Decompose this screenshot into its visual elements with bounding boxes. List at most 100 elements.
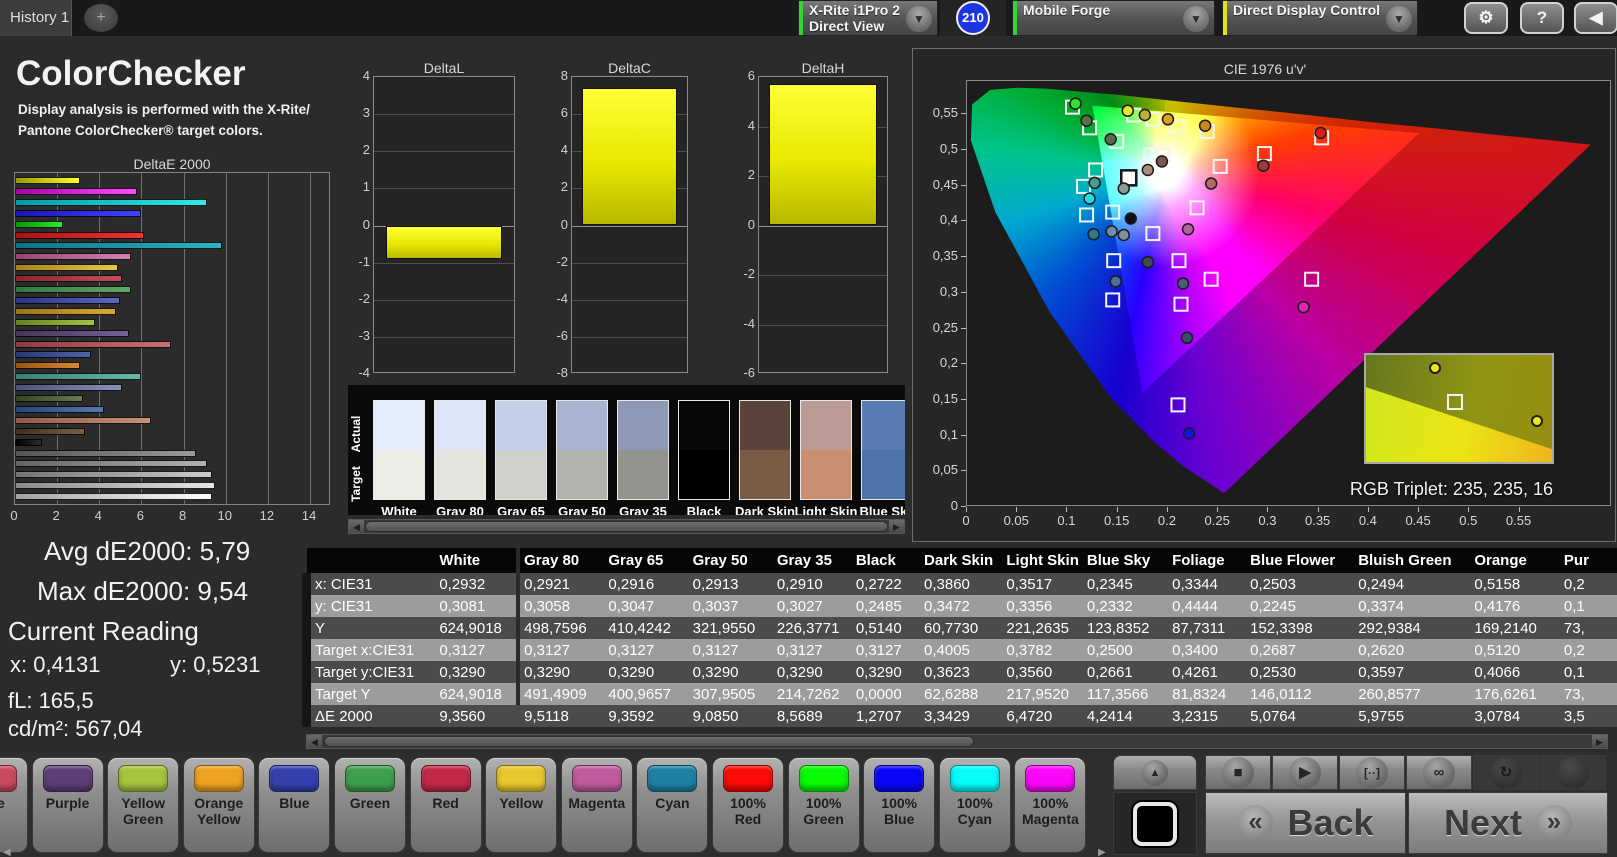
back-button[interactable]: « Back xyxy=(1205,792,1406,854)
help-icon: ? xyxy=(1536,8,1548,27)
table-scrollbar[interactable]: ◀ ▶ xyxy=(306,734,1608,749)
scroll-left-icon[interactable]: ◀ xyxy=(349,520,364,533)
meter-dropdown[interactable]: X-Rite i1Pro 2 Direct View ▼ xyxy=(798,0,938,36)
tick xyxy=(1116,507,1118,512)
cie-y-tick-label: 0,35 xyxy=(932,248,958,264)
scroll-right-icon[interactable]: ▶ xyxy=(889,520,904,533)
max-de2000: Max dE2000: 9,54 xyxy=(37,576,249,606)
color-chip xyxy=(1025,765,1076,792)
patch-scroll-right-icon[interactable]: ▶ xyxy=(1098,847,1106,857)
patch-button-100-magenta[interactable]: 100% Magenta xyxy=(1014,757,1087,853)
y-tick-label: 4 xyxy=(560,142,568,158)
cie-y-tick-label: 0,55 xyxy=(932,105,958,121)
y-tick-label: 6 xyxy=(560,105,568,121)
x-tick-label: 12 xyxy=(259,508,275,523)
stop-button[interactable]: ■ xyxy=(1205,755,1271,790)
add-tab-button[interactable]: + xyxy=(84,4,118,32)
settings-button[interactable]: ⚙ xyxy=(1464,2,1508,34)
x-tick-label: 0 xyxy=(10,508,18,523)
deltae-bar xyxy=(15,460,207,468)
panel-collapse-button[interactable]: ▲ xyxy=(1113,755,1197,790)
table-cell: 9,0850 xyxy=(692,707,739,725)
next-button[interactable]: Next » xyxy=(1408,792,1608,854)
table-cell: 4,2414 xyxy=(1086,707,1133,725)
deltae-bar xyxy=(15,329,129,337)
table-cell: 73, xyxy=(1563,685,1585,703)
measurement-marker xyxy=(1117,182,1130,195)
scrollbar-thumb[interactable] xyxy=(324,736,974,747)
tab-history-1[interactable]: History 1 xyxy=(0,0,72,36)
patch-button-100-blue[interactable]: 100% Blue xyxy=(863,757,936,853)
table-cell: 307,9505 xyxy=(692,685,756,703)
measurement-marker xyxy=(1124,212,1138,225)
target-count-panel: 210 xyxy=(940,0,1006,36)
tick xyxy=(1518,507,1520,512)
patch-button-yellow[interactable]: Yellow xyxy=(485,757,558,853)
patch-button-100-red[interactable]: 100% Red xyxy=(712,757,784,853)
table-cell: 0,2345 xyxy=(1086,575,1133,593)
chevron-up-icon: ▲ xyxy=(1149,766,1161,779)
deltae-bar xyxy=(15,405,105,413)
swatch-scrollbar[interactable]: ◀ ▶ xyxy=(348,519,905,534)
patch-button-yellow-green[interactable]: Yellow Green xyxy=(107,757,180,853)
scroll-right-icon[interactable]: ▶ xyxy=(1592,735,1607,748)
y-tick-label: 0 xyxy=(747,216,755,232)
step-button[interactable]: [··] xyxy=(1339,755,1405,790)
stop-measurement-button[interactable] xyxy=(1113,792,1197,855)
table-cell: 0,3400 xyxy=(1172,641,1218,659)
cie-y-tick-label: 0,25 xyxy=(932,319,958,335)
x-tick-label: 14 xyxy=(301,508,317,523)
collapse-button[interactable]: ◀ xyxy=(1574,2,1617,34)
measurement-marker xyxy=(1257,159,1270,172)
patch-button-100-green[interactable]: 100% Green xyxy=(787,757,860,853)
table-cell: 0,5120 xyxy=(1474,641,1521,659)
record-button[interactable] xyxy=(1540,755,1606,790)
gridline xyxy=(759,225,887,227)
cie-y-tick-label: 0,45 xyxy=(932,176,958,192)
patch-button-red[interactable]: Red xyxy=(409,757,482,853)
patch-button-cyan[interactable]: Cyan xyxy=(636,757,709,853)
table-cell: 0,2530 xyxy=(1250,663,1296,681)
target-marker xyxy=(1304,271,1320,287)
patch-button-magenta[interactable]: Magenta xyxy=(560,757,633,853)
patch-button-green[interactable]: Green xyxy=(334,757,406,853)
patch-button-rate[interactable]: rate xyxy=(0,757,28,853)
measurement-marker xyxy=(1069,97,1082,110)
table-cell: 87,7311 xyxy=(1172,619,1226,637)
patch-button-100-cyan[interactable]: 100% Cyan xyxy=(938,757,1011,853)
target-marker xyxy=(1143,147,1159,163)
display-control-dropdown[interactable]: Direct Display Control ▼ xyxy=(1222,0,1418,36)
gridline xyxy=(225,173,227,504)
scroll-left-icon[interactable]: ◀ xyxy=(307,735,322,748)
table-cell: 73, xyxy=(1563,619,1585,637)
cie-y-tick-label: 0,4 xyxy=(939,212,958,228)
table-cell: 0,3623 xyxy=(924,663,970,681)
table-row: Target Y 624,9018 491,4909 400,9657 307,9505… xyxy=(302,683,1617,705)
cie-y-tick-label: 0,2 xyxy=(939,355,958,371)
patch-label: rate xyxy=(0,795,5,811)
loop-button[interactable]: ∞ xyxy=(1406,755,1472,790)
patch-button-purple[interactable]: Purple xyxy=(31,757,104,853)
target-marker xyxy=(1145,226,1161,242)
refresh-button[interactable]: ↻ xyxy=(1473,755,1539,790)
target-marker xyxy=(1212,158,1228,174)
patch-scroll-left-icon[interactable]: ◀ xyxy=(3,847,11,857)
measurement-marker xyxy=(1104,133,1117,146)
deltae-bar xyxy=(15,373,141,381)
patch-button-blue[interactable]: Blue xyxy=(258,757,331,853)
measurement-table: White Gray 80 Gray 65 Gray 50 Gray 35 Black Da… xyxy=(302,548,1617,730)
play-button[interactable]: ▶ xyxy=(1272,755,1338,790)
swatch-target xyxy=(740,450,790,499)
table-header: White xyxy=(435,548,521,573)
help-button[interactable]: ? xyxy=(1520,2,1564,34)
zoom-inset xyxy=(1364,353,1554,464)
patch-button-orange-yellow[interactable]: Orange Yellow xyxy=(182,757,255,853)
deltae-bar xyxy=(15,449,196,457)
scrollbar-thumb[interactable] xyxy=(365,521,888,532)
target-count-badge[interactable]: 210 xyxy=(956,1,990,35)
workflow-dropdown[interactable]: Mobile Forge ▼ xyxy=(1012,0,1215,36)
cie-x-tick-label: 0.05 xyxy=(1003,513,1029,528)
swatch-gray-50 xyxy=(556,400,608,500)
meter-mode: Direct View xyxy=(809,18,885,34)
page-description: Display analysis is performed with the X… xyxy=(18,102,310,138)
